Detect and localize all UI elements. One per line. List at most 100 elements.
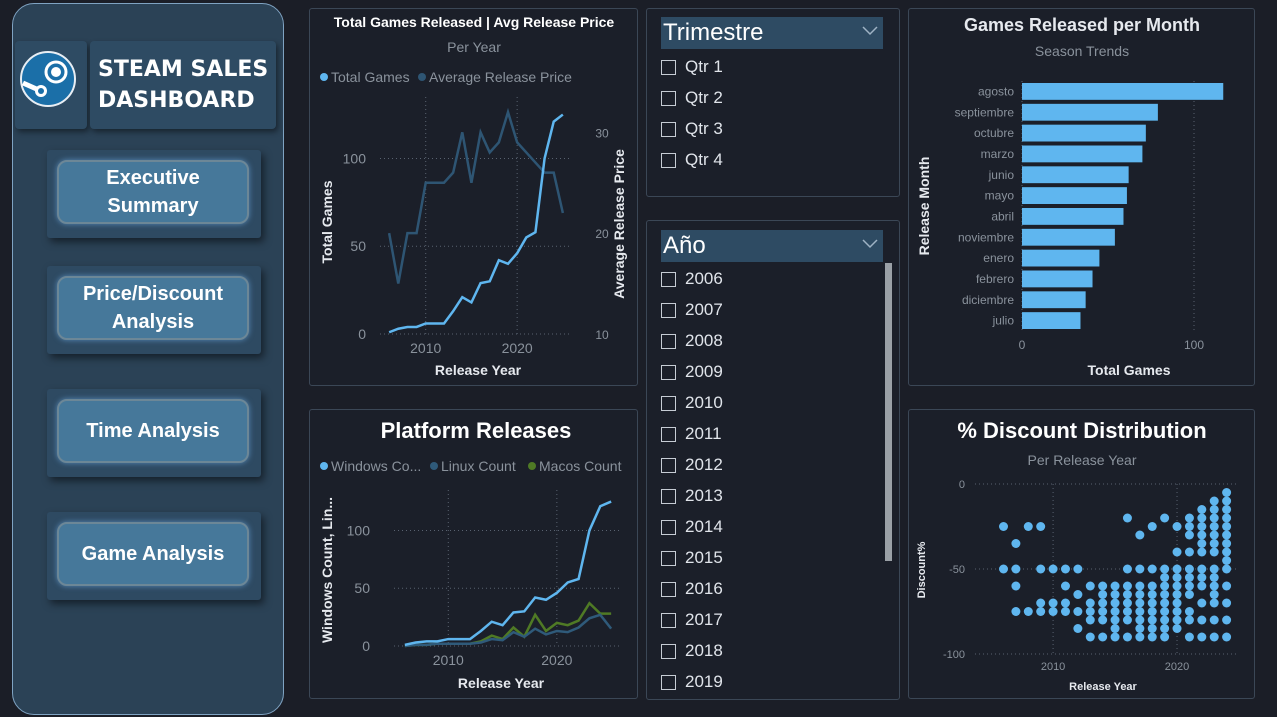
scatter-point[interactable] <box>1048 607 1058 616</box>
bar[interactable] <box>1022 208 1124 225</box>
scatter-point[interactable] <box>1023 522 1033 531</box>
scatter-point[interactable] <box>1135 530 1145 540</box>
scatter-point[interactable] <box>1060 598 1070 608</box>
scatter-point[interactable] <box>1098 615 1108 625</box>
scatter-point[interactable] <box>1085 581 1095 591</box>
scatter-point[interactable] <box>1209 496 1219 506</box>
slicer-option[interactable]: 2010 <box>661 391 723 415</box>
slicer-option[interactable]: 2019 <box>661 670 723 694</box>
scatter-point[interactable] <box>1172 581 1182 591</box>
slicer-option[interactable]: Qtr 2 <box>661 86 723 110</box>
scatter-point[interactable] <box>1085 632 1095 642</box>
scatter-point[interactable] <box>1147 522 1157 531</box>
scatter-point[interactable] <box>1197 547 1207 557</box>
scatter-point[interactable] <box>1209 632 1219 642</box>
scatter-point[interactable] <box>1222 598 1232 608</box>
scatter-point[interactable] <box>1172 564 1182 574</box>
scatter-point[interactable] <box>1172 624 1182 633</box>
checkbox[interactable] <box>661 581 676 597</box>
scatter-point[interactable] <box>1122 607 1132 616</box>
scatter-point[interactable] <box>1036 598 1046 608</box>
scatter-point[interactable] <box>1172 615 1182 625</box>
scatter-point[interactable] <box>1110 607 1120 616</box>
scatter-point[interactable] <box>1060 607 1070 616</box>
scatter-point[interactable] <box>1184 607 1194 616</box>
scatter-point[interactable] <box>1036 564 1046 574</box>
bar[interactable] <box>1022 228 1115 246</box>
scatter-point[interactable] <box>1023 607 1033 616</box>
bar[interactable] <box>1022 187 1127 204</box>
scatter-point[interactable] <box>1197 598 1207 608</box>
scatter-point[interactable] <box>1197 539 1207 548</box>
scatter-point[interactable] <box>1222 581 1232 591</box>
slicer-option[interactable]: Qtr 1 <box>661 55 723 79</box>
scatter-point[interactable] <box>1085 598 1095 608</box>
bar[interactable] <box>1022 270 1093 288</box>
slicer-option[interactable]: 2006 <box>661 267 723 291</box>
slicer-option[interactable]: 2012 <box>661 453 723 477</box>
scatter-point[interactable] <box>1184 530 1194 540</box>
scatter-point[interactable] <box>1122 590 1132 599</box>
scatter-point[interactable] <box>1135 632 1145 642</box>
checkbox[interactable] <box>661 550 676 566</box>
scatter-point[interactable] <box>1110 632 1120 642</box>
scatter-point[interactable] <box>999 522 1009 531</box>
scatter-point[interactable] <box>1222 539 1232 548</box>
scatter-point[interactable] <box>1160 564 1170 574</box>
scatter-point[interactable] <box>1060 581 1070 591</box>
bar[interactable] <box>1022 166 1129 184</box>
scatter-point[interactable] <box>1036 607 1046 616</box>
scatter-point[interactable] <box>1222 513 1232 523</box>
game-analysis-button[interactable]: Game Analysis <box>57 522 249 586</box>
checkbox[interactable] <box>661 643 676 659</box>
scatter-point[interactable] <box>1122 632 1132 642</box>
scatter-point[interactable] <box>1147 632 1157 642</box>
bar[interactable] <box>1022 83 1224 100</box>
slicer-option[interactable]: 2018 <box>661 639 723 663</box>
scatter-point[interactable] <box>1147 624 1157 633</box>
scatter-point[interactable] <box>1098 581 1108 591</box>
scatter-point[interactable] <box>1184 522 1194 531</box>
scatter-point[interactable] <box>1172 590 1182 599</box>
scatter-point[interactable] <box>1110 615 1120 625</box>
scrollbar[interactable] <box>885 263 892 561</box>
scatter-point[interactable] <box>1073 564 1083 574</box>
scatter-point[interactable] <box>1160 615 1170 625</box>
scatter-point[interactable] <box>1110 581 1120 591</box>
scatter-point[interactable] <box>1222 496 1232 506</box>
checkbox[interactable] <box>661 90 676 106</box>
scatter-point[interactable] <box>1197 632 1207 642</box>
scatter-point[interactable] <box>1209 590 1219 599</box>
scatter-point[interactable] <box>1122 598 1132 608</box>
bar[interactable] <box>1022 312 1081 329</box>
scatter-point[interactable] <box>1209 522 1219 531</box>
slicer-option[interactable]: 2013 <box>661 484 723 508</box>
bar[interactable] <box>1022 249 1100 267</box>
scatter-point[interactable] <box>1160 573 1170 582</box>
scatter-point[interactable] <box>999 564 1009 574</box>
checkbox[interactable] <box>661 395 676 411</box>
checkbox[interactable] <box>661 674 676 690</box>
scatter-point[interactable] <box>1135 581 1145 591</box>
scatter-point[interactable] <box>1209 539 1219 548</box>
scatter-point[interactable] <box>1073 624 1083 633</box>
checkbox[interactable] <box>661 426 676 442</box>
scatter-point[interactable] <box>1209 505 1219 514</box>
scatter-point[interactable] <box>1147 607 1157 616</box>
scatter-point[interactable] <box>1184 632 1194 642</box>
scatter-point[interactable] <box>1184 573 1194 582</box>
scatter-point[interactable] <box>1011 564 1021 574</box>
scatter-point[interactable] <box>1222 547 1232 557</box>
scatter-point[interactable] <box>1098 598 1108 608</box>
scatter-point[interactable] <box>1172 522 1182 531</box>
slicer-option[interactable]: 2016 <box>661 577 723 601</box>
scatter-point[interactable] <box>1060 564 1070 574</box>
scatter-point[interactable] <box>1160 598 1170 608</box>
slicer-option[interactable]: 2007 <box>661 298 723 322</box>
scatter-point[interactable] <box>1184 547 1194 557</box>
scatter-point[interactable] <box>1184 581 1194 591</box>
scatter-point[interactable] <box>1209 530 1219 540</box>
scatter-point[interactable] <box>1197 581 1207 591</box>
scatter-point[interactable] <box>1135 564 1145 574</box>
checkbox[interactable] <box>661 271 676 287</box>
